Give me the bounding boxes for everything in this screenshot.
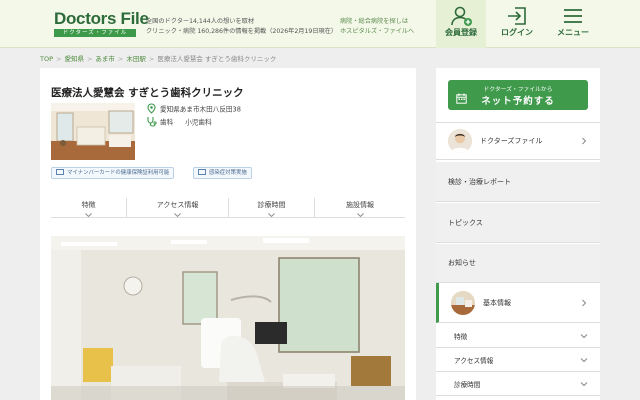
hamburger-menu-icon [548, 0, 598, 26]
id-card-icon [56, 169, 64, 175]
site-header: Doctors File ドクターズ・ファイル 全国のドクター14,144人の想… [0, 0, 640, 48]
register-label: 会員登録 [445, 28, 477, 37]
tab-hours-label: 診療時間 [257, 201, 286, 209]
chevron-down-icon [51, 211, 126, 219]
subitem-access-label: アクセス情報 [454, 356, 494, 365]
tagline-line2: クリニック・病院 160,286件の情報を掲載（2026年2月19日現在） [146, 27, 338, 35]
tagline-line1: 全国のドクター14,144人の想いを取材 [146, 18, 255, 25]
menu-label: メニュー [557, 28, 589, 37]
infection-badge-label: 感染症対策実施 [209, 170, 247, 176]
infection-control-icon [198, 169, 206, 175]
clinic-departments-row: 歯科 小児歯科 [146, 116, 212, 127]
breadcrumb-city[interactable]: あま市 [95, 55, 115, 63]
mynumber-badge: マイナンバーカードの健康保険証利用可能 [51, 167, 175, 179]
hospital-link-line2: ホスピタルズ・ファイルへ [340, 27, 415, 35]
sidebar-item-checkup-report[interactable]: 検診・治療レポート [436, 162, 600, 202]
clinic-interior-photo [51, 236, 405, 400]
subitem-hours-label: 診療時間 [454, 380, 481, 389]
mynumber-badge-label: マイナンバーカードの健康保険証利用可能 [67, 170, 170, 176]
logo-text: Doctors File [54, 9, 149, 28]
login-label: ログイン [501, 28, 533, 37]
checkup-report-label: 検診・治療レポート [448, 177, 511, 186]
breadcrumb-separator: > [86, 55, 93, 63]
doctors-file-label: ドクターズファイル [480, 137, 543, 145]
tab-features-label: 特徴 [81, 201, 96, 209]
user-plus-icon [436, 0, 486, 26]
infection-control-badge: 感染症対策実施 [193, 167, 252, 179]
chevron-down-icon [580, 380, 588, 388]
stethoscope-icon [146, 116, 157, 127]
basic-info-label: 基本情報 [483, 298, 511, 307]
chevron-right-icon [580, 137, 588, 145]
sidebar-item-basic-info[interactable]: 基本情報 [436, 283, 600, 323]
doctor-avatar [448, 129, 472, 153]
tab-features[interactable]: 特徴 [51, 198, 127, 218]
site-tagline: 全国のドクター14,144人の想いを取材 クリニック・病院 160,286件の情… [146, 17, 337, 36]
sidebar-item-topics[interactable]: トピックス [436, 203, 600, 243]
chevron-down-icon [229, 211, 314, 219]
department-dentistry: 歯科 [160, 118, 174, 127]
net-reserve-button[interactable]: ドクターズ・ファイルから ネット予約する [448, 80, 588, 110]
login-icon [492, 0, 542, 26]
sidebar-item-doctors-file[interactable]: ドクターズファイル [436, 122, 600, 160]
breadcrumb: TOP > 愛知県 > あま市 > 木田駅 > 医療法人愛慧会 すぎとう歯科クリニック [40, 53, 276, 63]
breadcrumb-station[interactable]: 木田駅 [126, 55, 146, 63]
tab-access-label: アクセス情報 [156, 201, 199, 209]
clinic-thumbnail-photo[interactable] [51, 103, 135, 160]
breadcrumb-current: 医療法人愛慧会 すぎとう歯科クリニック [157, 55, 277, 63]
tab-access[interactable]: アクセス情報 [127, 198, 229, 218]
site-logo[interactable]: Doctors File ドクターズ・ファイル [54, 9, 149, 37]
sidebar-subitem-features[interactable]: 特徴 [436, 324, 600, 348]
chevron-right-icon [580, 299, 588, 307]
department-pediatric-dentistry: 小児歯科 [185, 118, 212, 127]
sidebar-item-notices[interactable]: お知らせ [436, 244, 600, 283]
sidebar-subitem-hours[interactable]: 診療時間 [436, 372, 600, 396]
topics-label: トピックス [448, 218, 483, 227]
chevron-down-icon [580, 332, 588, 340]
clinic-avatar [451, 291, 475, 315]
tab-hours[interactable]: 診療時間 [229, 198, 315, 218]
chevron-down-icon [127, 211, 228, 219]
register-button[interactable]: 会員登録 [436, 0, 486, 48]
clinic-address: 愛知県あま市木田八反田38 [160, 105, 241, 114]
logo-subtext: ドクターズ・ファイル [54, 29, 136, 37]
breadcrumb-separator: > [117, 55, 124, 63]
breadcrumb-separator: > [148, 55, 155, 63]
hospital-link-line1: 病院・総合病院を探しは [340, 18, 409, 25]
breadcrumb-prefecture[interactable]: 愛知県 [64, 55, 84, 63]
breadcrumb-separator: > [56, 55, 62, 63]
clinic-sidebar: ドクターズ・ファイルから ネット予約する ドクターズファイル 検診・治療レポート… [436, 68, 600, 400]
menu-button[interactable]: メニュー [548, 0, 598, 48]
chevron-down-icon [315, 211, 405, 219]
subitem-features-label: 特徴 [454, 332, 468, 341]
clinic-title: 医療法人愛慧会 すぎとう歯科クリニック [51, 87, 244, 99]
clinic-main-card: 医療法人愛慧会 すぎとう歯科クリニック 愛知県あま市木田八反田38 歯科 小児歯… [40, 68, 416, 400]
tab-facility-label: 施設情報 [346, 201, 374, 209]
sidebar-subitem-access[interactable]: アクセス情報 [436, 348, 600, 372]
clinic-address-row: 愛知県あま市木田八反田38 [146, 103, 241, 114]
tab-facility[interactable]: 施設情報 [315, 198, 405, 218]
map-pin-icon [146, 103, 157, 114]
notices-label: お知らせ [448, 259, 476, 267]
chevron-down-icon [580, 356, 588, 364]
reserve-small-label: ドクターズ・ファイルから [483, 87, 553, 93]
reserve-big-label: ネット予約する [481, 96, 555, 107]
hospitals-file-link[interactable]: 病院・総合病院を探しは ホスピタルズ・ファイルへ [340, 17, 414, 36]
login-button[interactable]: ログイン [492, 0, 542, 48]
breadcrumb-top[interactable]: TOP [40, 55, 53, 63]
clinic-section-tabs: 特徴 アクセス情報 診療時間 施設情報 [51, 198, 405, 218]
